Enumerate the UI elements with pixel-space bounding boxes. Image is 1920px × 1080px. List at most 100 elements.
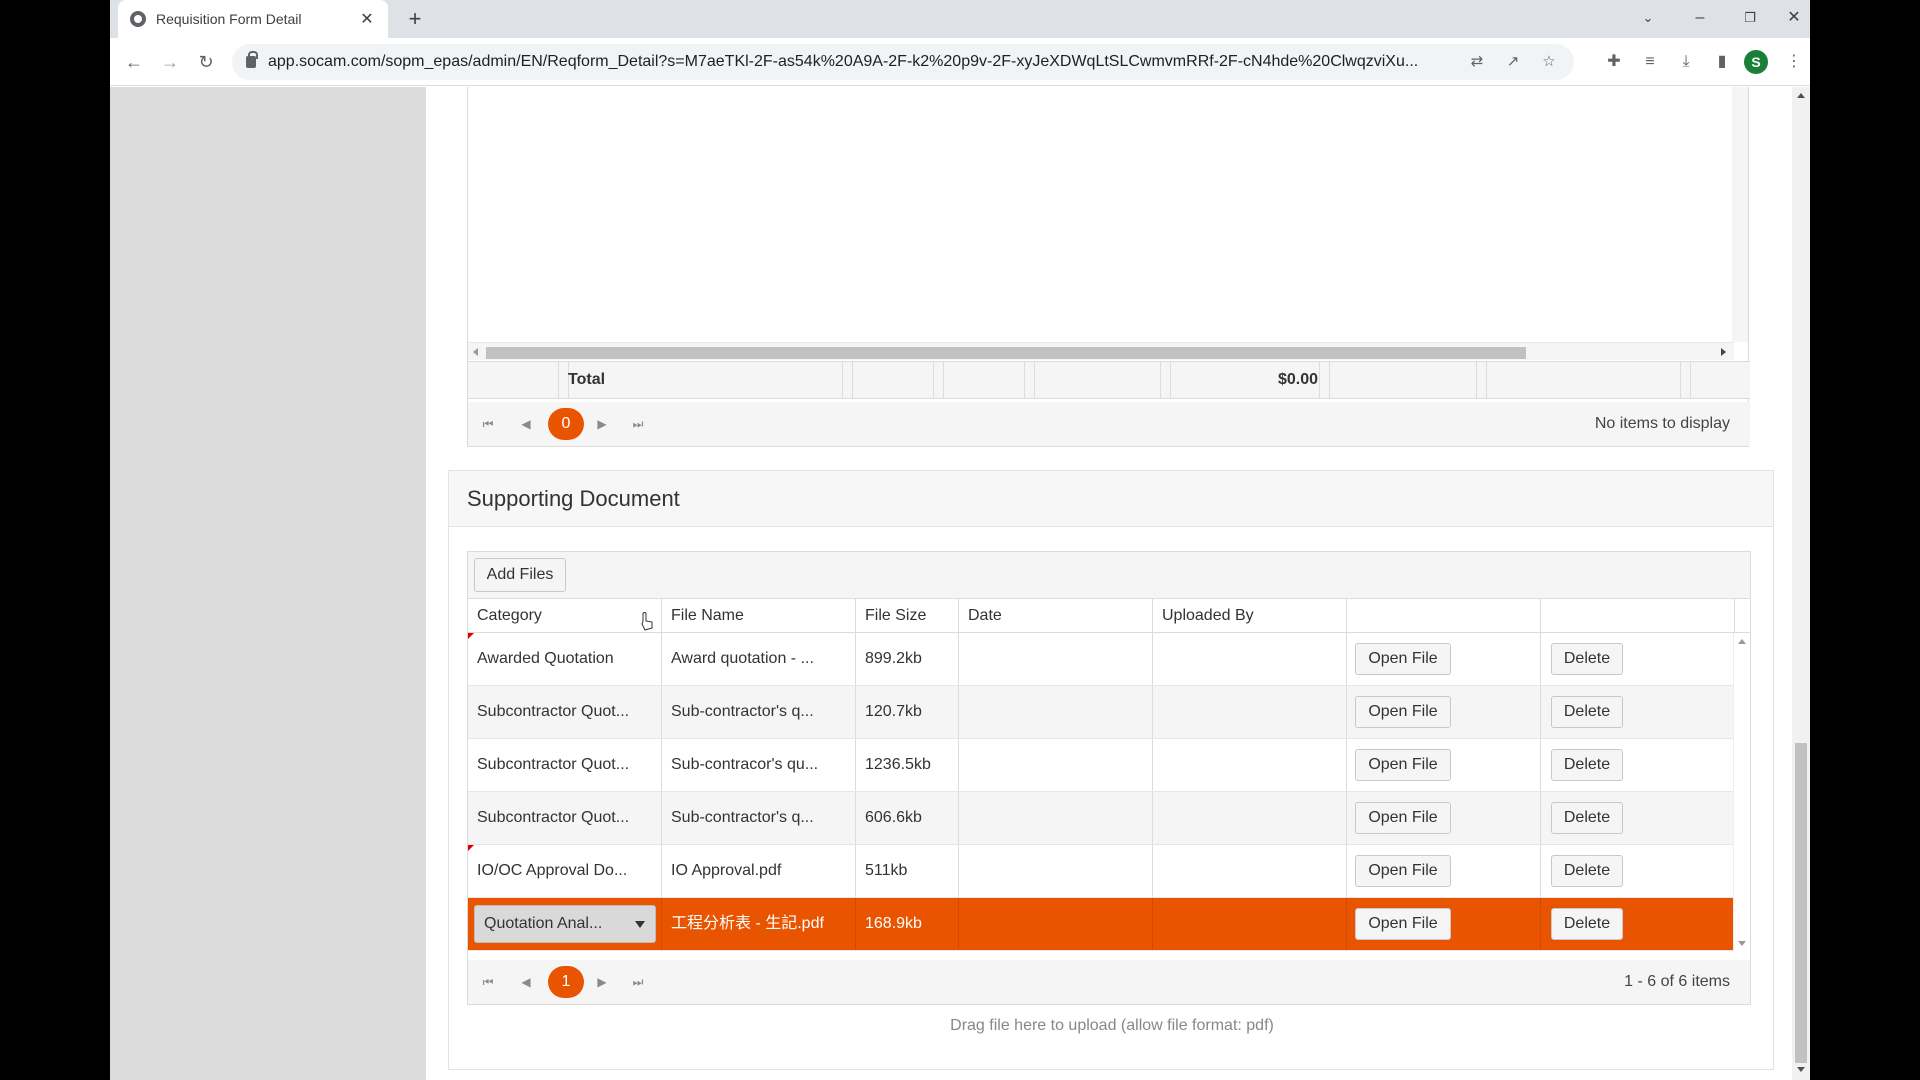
scroll-up-icon[interactable] (1797, 93, 1805, 98)
last-page-icon[interactable]: ⏭ (628, 414, 648, 434)
column-header-category[interactable]: Category (468, 599, 662, 633)
lock-icon (246, 51, 258, 68)
tab-search-icon[interactable]: ⌄ (1628, 4, 1668, 32)
total-row: Total $0.00 (468, 361, 1750, 399)
address-bar[interactable]: app.socam.com/sopm_epas/admin/EN/Reqform… (232, 44, 1574, 80)
new-tab-button[interactable]: + (402, 6, 428, 32)
grid-horizontal-scrollbar[interactable] (468, 342, 1734, 360)
cell-category[interactable]: Awarded Quotation (468, 633, 662, 685)
back-icon[interactable]: ← (120, 48, 148, 76)
tab-title: Requisition Form Detail (156, 11, 302, 27)
scroll-down-icon[interactable] (1797, 1067, 1805, 1072)
grid-vertical-scrollbar[interactable] (1732, 87, 1748, 342)
share-icon[interactable]: ↗ (1502, 51, 1524, 73)
table-row[interactable]: IO/OC Approval Do... IO Approval.pdf 511… (468, 845, 1733, 898)
cell-uploaded-by (1153, 633, 1347, 685)
drop-zone-hint[interactable]: Drag file here to upload (allow file for… (449, 1017, 1775, 1035)
delete-button[interactable]: Delete (1551, 749, 1623, 781)
open-file-button[interactable]: Open File (1355, 855, 1451, 887)
tab-requisition-form-detail[interactable]: Requisition Form Detail ✕ (118, 0, 388, 38)
table-row[interactable]: Awarded Quotation Award quotation - ... … (468, 633, 1733, 686)
first-page-icon[interactable]: ⏮ (478, 972, 498, 992)
first-page-icon[interactable]: ⏮ (478, 414, 498, 434)
forward-icon[interactable]: → (156, 48, 184, 76)
open-file-button[interactable]: Open File (1355, 908, 1451, 940)
cell-file-size: 899.2kb (856, 633, 959, 685)
open-file-button[interactable]: Open File (1355, 696, 1451, 728)
scroll-thumb[interactable] (1795, 743, 1807, 1063)
open-file-button[interactable]: Open File (1355, 643, 1451, 675)
close-tab-icon[interactable]: ✕ (358, 9, 376, 29)
restore-button[interactable]: ❐ (1730, 4, 1770, 32)
menu-icon[interactable]: ⋮ (1782, 50, 1806, 74)
column-header-date[interactable]: Date (959, 599, 1153, 633)
download-icon[interactable]: ⤓ (1674, 50, 1698, 74)
chevron-down-icon[interactable] (635, 921, 645, 928)
grid-header: Category File Name File Size Date Upload… (468, 599, 1750, 633)
profile-avatar[interactable]: S (1744, 50, 1768, 74)
column-header-delete (1541, 599, 1735, 633)
cell-date (959, 686, 1153, 738)
next-page-icon[interactable]: ▶ (592, 414, 612, 434)
scroll-thumb[interactable] (486, 347, 1526, 359)
table-row[interactable]: Subcontractor Quot... Sub-contractor's q… (468, 792, 1733, 845)
scroll-down-icon[interactable] (1738, 941, 1746, 946)
table-row[interactable]: Subcontractor Quot... Sub-contractor's q… (468, 686, 1733, 739)
column-header-file-name[interactable]: File Name (662, 599, 856, 633)
minimize-button[interactable]: – (1680, 4, 1720, 32)
grid-vertical-scrollbar[interactable] (1733, 633, 1750, 953)
cell-file-name: Sub-contracor's qu... (662, 739, 856, 791)
add-files-button[interactable]: Add Files (474, 558, 566, 592)
cell-file-size: 511kb (856, 845, 959, 897)
browser-toolbar: ← → ↻ app.socam.com/sopm_epas/admin/EN/R… (110, 38, 1810, 86)
last-page-icon[interactable]: ⏭ (628, 972, 648, 992)
side-panel-icon[interactable]: ▮ (1710, 50, 1734, 74)
page-number[interactable]: 0 (548, 408, 584, 440)
delete-button[interactable]: Delete (1551, 855, 1623, 887)
globe-icon (130, 11, 146, 27)
bookmark-star-icon[interactable]: ☆ (1538, 51, 1560, 73)
cell-date (959, 633, 1153, 685)
total-amount: $0.00 (1277, 371, 1318, 388)
close-window-button[interactable]: ✕ (1774, 4, 1810, 32)
delete-button[interactable]: Delete (1551, 643, 1623, 675)
left-sidebar-area (110, 87, 426, 1080)
url-text: app.socam.com/sopm_epas/admin/EN/Reqform… (268, 53, 1419, 70)
delete-button[interactable]: Delete (1551, 908, 1623, 940)
cell-uploaded-by (1153, 845, 1347, 897)
column-header-uploaded-by[interactable]: Uploaded By (1153, 599, 1347, 633)
extensions-icon[interactable]: ✚ (1602, 50, 1626, 74)
supporting-document-section: Supporting Document Add Files Category F… (448, 470, 1774, 1070)
page-number[interactable]: 1 (548, 966, 584, 998)
column-header-file-size[interactable]: File Size (856, 599, 959, 633)
delete-button[interactable]: Delete (1551, 696, 1623, 728)
page-scrollbar[interactable] (1792, 87, 1810, 1080)
open-file-button[interactable]: Open File (1355, 802, 1451, 834)
media-icon[interactable]: ≡ (1638, 50, 1662, 74)
table-row-selected[interactable]: Quotation Anal... 工程分析表 - 生記.pdf 168.9kb… (468, 898, 1733, 951)
scroll-right-icon[interactable] (1721, 348, 1726, 356)
cell-category[interactable]: Subcontractor Quot... (468, 739, 662, 791)
cell-file-size: 120.7kb (856, 686, 959, 738)
cell-uploaded-by (1153, 739, 1347, 791)
cell-category[interactable]: Subcontractor Quot... (468, 792, 662, 844)
category-dropdown[interactable]: Quotation Anal... (474, 905, 656, 943)
cell-category[interactable]: Subcontractor Quot... (468, 686, 662, 738)
translate-icon[interactable]: ⇄ (1466, 51, 1488, 73)
items-grid: Total $0.00 ⏮ ◀ 0 ▶ ⏭ No items to displa… (467, 87, 1750, 447)
next-page-icon[interactable]: ▶ (592, 972, 612, 992)
cell-category[interactable]: IO/OC Approval Do... (468, 845, 662, 897)
cell-file-size: 168.9kb (856, 898, 959, 950)
cell-uploaded-by (1153, 792, 1347, 844)
scroll-left-icon[interactable] (473, 348, 478, 356)
page: Total $0.00 ⏮ ◀ 0 ▶ ⏭ No items to displa… (110, 87, 1810, 1080)
delete-button[interactable]: Delete (1551, 802, 1623, 834)
open-file-button[interactable]: Open File (1355, 749, 1451, 781)
prev-page-icon[interactable]: ◀ (516, 972, 536, 992)
scroll-up-icon[interactable] (1738, 639, 1746, 644)
table-row[interactable]: Subcontractor Quot... Sub-contracor's qu… (468, 739, 1733, 792)
prev-page-icon[interactable]: ◀ (516, 414, 536, 434)
pager-info: 1 - 6 of 6 items (1624, 973, 1730, 990)
reload-icon[interactable]: ↻ (192, 48, 220, 76)
items-pager: ⏮ ◀ 0 ▶ ⏭ No items to display (468, 402, 1750, 446)
